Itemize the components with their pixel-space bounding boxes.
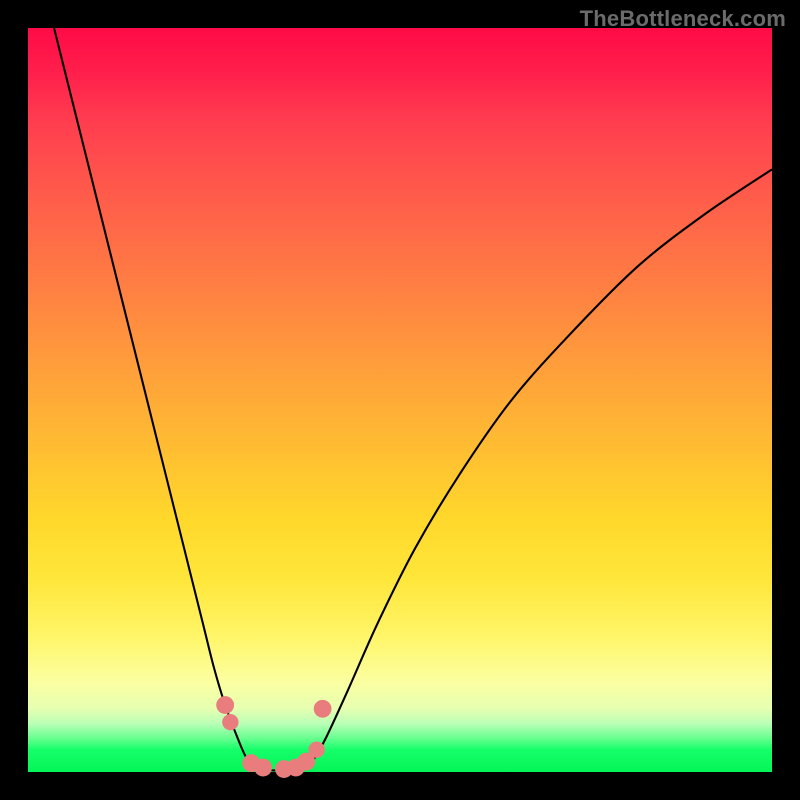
marker-dot-7 xyxy=(308,742,324,758)
curve-left-branch xyxy=(54,28,255,767)
marker-dot-8 xyxy=(314,700,332,718)
curve-right-branch xyxy=(311,169,772,764)
chart-svg xyxy=(28,28,772,772)
marker-dot-3 xyxy=(254,759,272,777)
marker-group xyxy=(216,696,331,778)
chart-frame: TheBottleneck.com xyxy=(0,0,800,800)
chart-plot-area xyxy=(28,28,772,772)
marker-dot-1 xyxy=(222,714,238,730)
marker-dot-0 xyxy=(216,696,234,714)
